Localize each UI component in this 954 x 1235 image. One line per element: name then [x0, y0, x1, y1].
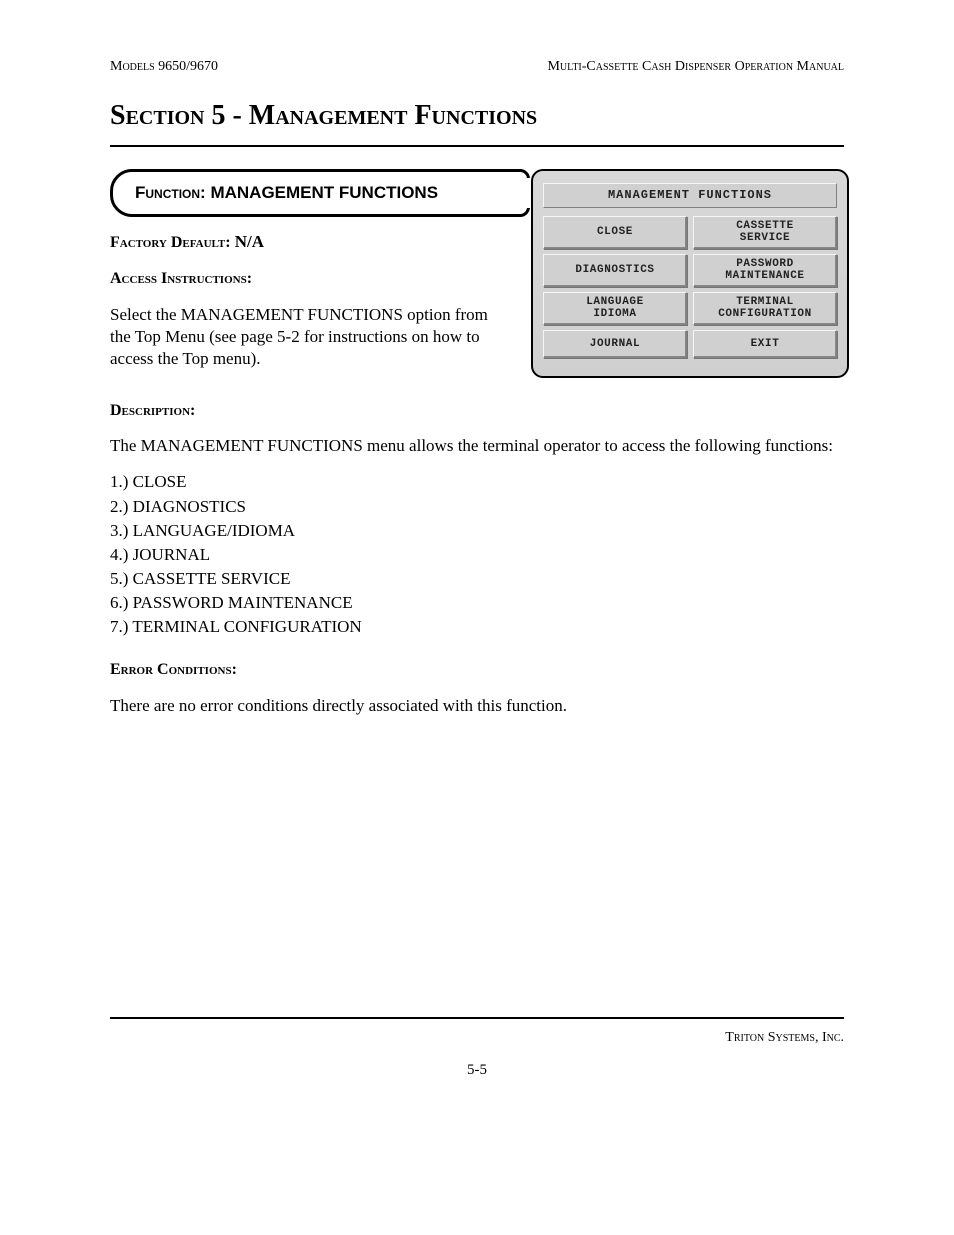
page-number: 5-5 — [110, 1061, 844, 1081]
list-item: 2.) DIAGNOSTICS — [110, 496, 844, 518]
list-item: 3.) LANGUAGE/IDIOMA — [110, 520, 844, 542]
screen-button-terminal-configuration[interactable]: TERMINALCONFIGURATION — [693, 292, 837, 325]
list-item: 4.) JOURNAL — [110, 544, 844, 566]
function-list: 1.) CLOSE 2.) DIAGNOSTICS 3.) LANGUAGE/I… — [110, 471, 844, 638]
description-text: The MANAGEMENT FUNCTIONS menu allows the… — [110, 435, 844, 457]
error-conditions-label: Error Conditions: — [110, 661, 237, 678]
terminal-screenshot: MANAGEMENT FUNCTIONS CLOSE CASSETTESERVI… — [531, 169, 849, 379]
list-item: 1.) CLOSE — [110, 471, 844, 493]
section-title: Section 5 - Management Functions — [110, 98, 844, 134]
header-left: Models 9650/9670 — [110, 58, 218, 76]
screen-button-close[interactable]: CLOSE — [543, 216, 687, 249]
list-item: 7.) TERMINAL CONFIGURATION — [110, 616, 844, 638]
footer-company: Triton Systems, Inc. — [725, 1029, 844, 1047]
page-header: Models 9650/9670 Multi-Cassette Cash Dis… — [110, 58, 844, 76]
access-instructions-label: Access Instructions: — [110, 270, 252, 287]
section-rule — [110, 145, 844, 147]
screen-button-cassette-service[interactable]: CASSETTESERVICE — [693, 216, 837, 249]
error-conditions-text: There are no error conditions directly a… — [110, 695, 844, 717]
header-right: Multi-Cassette Cash Dispenser Operation … — [547, 58, 844, 76]
screen-button-journal[interactable]: JOURNAL — [543, 330, 687, 358]
screen-button-exit[interactable]: EXIT — [693, 330, 837, 358]
description-label: Description: — [110, 402, 195, 419]
screen-title: MANAGEMENT FUNCTIONS — [543, 183, 837, 209]
factory-default-label: Factory Default: — [110, 234, 231, 251]
function-prefix: Function: — [135, 183, 206, 202]
factory-default-value: N/A — [235, 232, 264, 251]
screen-button-language-idioma[interactable]: LANGUAGEIDIOMA — [543, 292, 687, 325]
screen-button-password-maintenance[interactable]: PASSWORDMAINTENANCE — [693, 254, 837, 287]
list-item: 5.) CASSETTE SERVICE — [110, 568, 844, 590]
list-item: 6.) PASSWORD MAINTENANCE — [110, 592, 844, 614]
access-instructions-text: Select the MANAGEMENT FUNCTIONS option f… — [110, 304, 505, 370]
screen-button-grid: CLOSE CASSETTESERVICE DIAGNOSTICS PASSWO… — [543, 216, 837, 358]
function-name: MANAGEMENT FUNCTIONS — [210, 183, 438, 202]
footer-rule — [110, 1017, 844, 1019]
function-name-box: Function: MANAGEMENT FUNCTIONS — [110, 169, 530, 217]
screen-button-diagnostics[interactable]: DIAGNOSTICS — [543, 254, 687, 287]
